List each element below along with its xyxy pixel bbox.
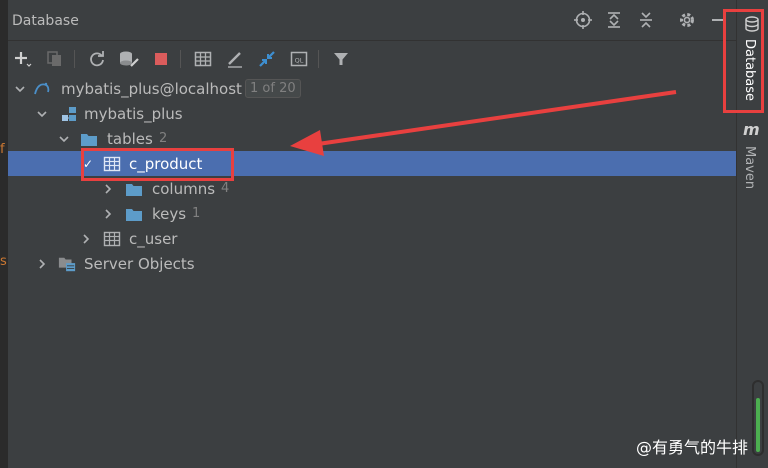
tree-row-columns[interactable]: columns 4	[8, 176, 736, 201]
tree-row-schema[interactable]: mybatis_plus	[8, 101, 736, 126]
toolbar-separator	[318, 50, 319, 68]
table-label: c_user	[129, 229, 178, 248]
columns-label: columns	[152, 179, 216, 198]
server-objects-label: Server Objects	[84, 254, 195, 273]
table-editor-icon[interactable]	[192, 48, 214, 70]
collapse-all-icon[interactable]	[636, 10, 656, 30]
keys-label: keys	[152, 204, 187, 223]
columns-count: 4	[221, 181, 230, 196]
edit-icon[interactable]	[224, 48, 246, 70]
expand-all-icon[interactable]	[604, 10, 624, 30]
maven-icon: m	[743, 120, 760, 139]
chevron-right-icon[interactable]	[101, 182, 115, 196]
database-tab-label: Database	[742, 39, 757, 102]
table-label: c_product	[129, 154, 203, 173]
database-panel: Database QL mybatis_plus@localhost 1 of …	[8, 0, 736, 468]
datasource-properties-icon[interactable]	[118, 48, 140, 70]
chevron-right-icon[interactable]	[101, 207, 115, 221]
maven-tool-tab[interactable]: m Maven	[737, 118, 768, 198]
table-icon	[103, 230, 121, 248]
panel-header: Database	[8, 0, 736, 41]
database-tool-tab[interactable]: Database	[737, 8, 768, 108]
mysql-icon	[33, 80, 51, 98]
selected-check-icon: ✓	[83, 156, 94, 171]
datasource-count-badge: 1 of 20	[245, 79, 301, 98]
schema-icon	[60, 105, 78, 123]
table-icon	[103, 155, 121, 173]
stop-icon[interactable]	[150, 48, 172, 70]
refresh-icon[interactable]	[86, 48, 108, 70]
gear-icon[interactable]	[677, 10, 697, 30]
watermark: @有勇气的牛排	[635, 438, 748, 457]
toolbar-separator	[74, 50, 75, 68]
jump-to-console-icon[interactable]	[256, 48, 278, 70]
tables-folder-label: tables	[107, 129, 153, 148]
chevron-right-icon[interactable]	[35, 257, 49, 271]
server-objects-icon	[58, 255, 76, 273]
tree-row-keys[interactable]: keys 1	[8, 201, 736, 226]
scrollbar[interactable]	[752, 380, 764, 456]
svg-text:QL: QL	[295, 57, 304, 65]
hide-panel-icon[interactable]	[708, 10, 728, 30]
locate-icon[interactable]	[573, 10, 593, 30]
tables-count: 2	[159, 131, 168, 146]
toolbar: QL	[8, 40, 736, 76]
tree-row-table-c-user[interactable]: c_user	[8, 226, 736, 251]
add-icon[interactable]	[12, 48, 34, 70]
database-icon	[744, 16, 760, 36]
chevron-right-icon[interactable]	[79, 232, 93, 246]
tree-row-server-objects[interactable]: Server Objects	[8, 251, 736, 276]
chevron-down-icon[interactable]	[35, 107, 49, 121]
scrollbar-thumb[interactable]	[756, 398, 760, 452]
chevron-down-icon[interactable]	[57, 132, 71, 146]
maven-tab-label: Maven	[742, 146, 757, 190]
toolbar-separator	[180, 50, 181, 68]
editor-fragment: s	[0, 254, 7, 269]
filter-icon[interactable]	[330, 48, 352, 70]
folder-icon	[125, 180, 143, 198]
editor-edge: f s	[0, 0, 8, 468]
panel-title: Database	[12, 13, 79, 29]
chevron-down-icon[interactable]	[13, 82, 27, 96]
datasource-label: mybatis_plus@localhost	[61, 79, 242, 98]
keys-count: 1	[192, 206, 201, 221]
query-console-icon[interactable]: QL	[288, 48, 310, 70]
editor-fragment: f	[0, 142, 5, 157]
tree-row-tables-folder[interactable]: tables 2	[8, 126, 736, 151]
folder-icon	[80, 130, 98, 148]
schema-label: mybatis_plus	[84, 104, 183, 123]
tree-row-datasource[interactable]: mybatis_plus@localhost 1 of 20	[8, 76, 736, 101]
folder-icon	[125, 205, 143, 223]
tree-row-table-c-product[interactable]: ✓ c_product	[8, 151, 736, 176]
duplicate-icon[interactable]	[44, 48, 66, 70]
